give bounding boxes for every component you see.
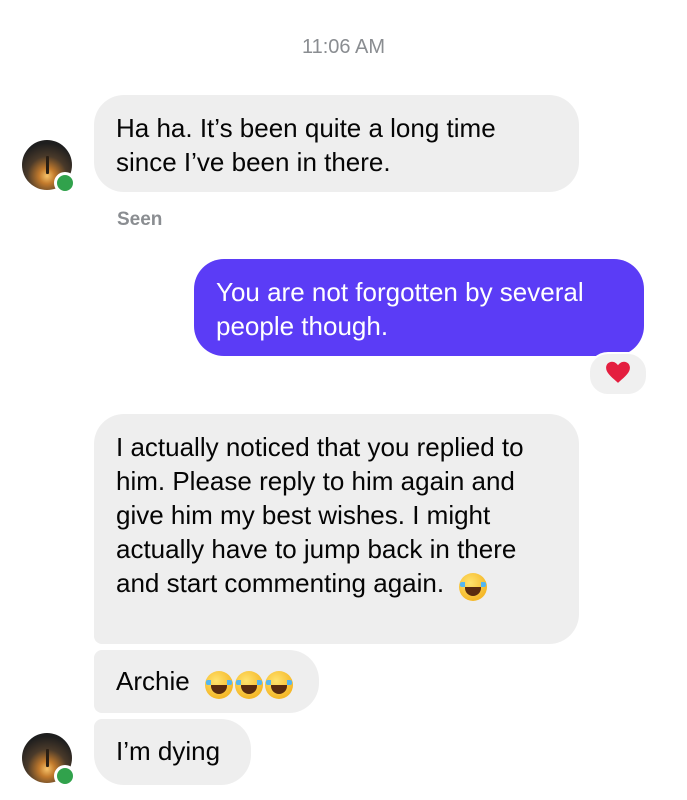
message-bubble-incoming[interactable]: I’m dying: [94, 719, 251, 785]
message-bubble-outgoing[interactable]: You are not forgotten by several people …: [194, 259, 644, 356]
laughing-emoji-icon: [459, 573, 488, 602]
contact-avatar[interactable]: [22, 140, 76, 194]
avatar-silhouette: [46, 749, 49, 767]
heart-icon: [605, 360, 631, 389]
message-bubble-incoming[interactable]: Ha ha. It’s been quite a long time since…: [94, 95, 579, 192]
avatar-silhouette: [46, 156, 49, 174]
message-text: Ha ha. It’s been quite a long time since…: [116, 113, 496, 177]
emoji-group: [203, 666, 293, 700]
online-status-dot: [54, 172, 76, 194]
laughing-emoji-icon: [264, 671, 293, 700]
message-bubble-incoming[interactable]: I actually noticed that you replied to h…: [94, 414, 579, 644]
laughing-emoji-icon: [204, 671, 233, 700]
message-bubble-incoming[interactable]: Archie: [94, 650, 319, 713]
message-text: Archie: [116, 666, 190, 696]
message-timestamp: 11:06 AM: [301, 36, 386, 58]
message-text: I’m dying: [116, 736, 221, 766]
online-status-dot: [54, 765, 76, 787]
laughing-emoji-icon: [234, 671, 263, 700]
contact-avatar[interactable]: [22, 733, 76, 787]
seen-indicator: Seen: [117, 209, 163, 230]
message-text: You are not forgotten by several people …: [216, 277, 584, 341]
message-reaction[interactable]: [588, 352, 648, 396]
